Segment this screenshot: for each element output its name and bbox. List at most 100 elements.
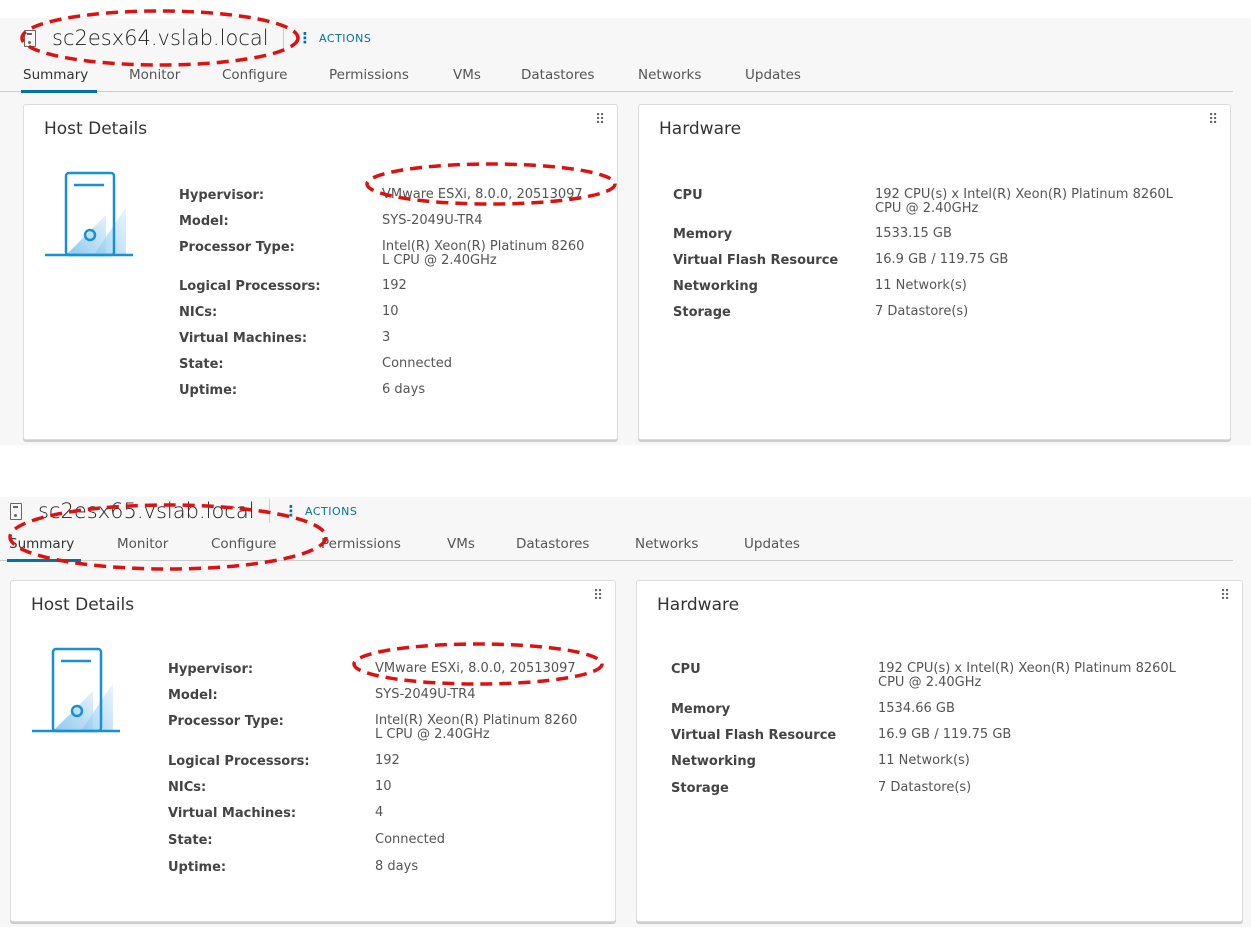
- detail-value: Intel(R) Xeon(R) Platinum 8260 L CPU @ 2.…: [382, 239, 585, 268]
- more-vertical-icon: ⋮: [297, 29, 314, 47]
- hardware-card: Hardware ⠿ CPU 192 CPU(s) x Intel(R) Xeon…: [638, 104, 1231, 440]
- host-title: sc2esx65.vslab.local: [38, 499, 255, 523]
- detail-value: 10: [375, 779, 392, 794]
- hardware-value: 192 CPU(s) x Intel(R) Xeon(R) Platinum 8…: [875, 187, 1173, 216]
- detail-label: Processor Type:: [179, 240, 295, 255]
- detail-value: SYS-2049U-TR4: [382, 213, 483, 228]
- detail-label: Hypervisor:: [168, 662, 254, 677]
- detail-value: VMware ESXi, 8.0.0, 20513097: [375, 661, 576, 676]
- actions-button[interactable]: ⋮ ACTIONS: [298, 29, 372, 47]
- host-summary-panel: sc2esx65.vslab.local ⋮ ACTIONS Summary Mon…: [0, 497, 1251, 927]
- hardware-label: CPU: [673, 188, 703, 203]
- tab-item[interactable]: Monitor: [117, 536, 168, 552]
- card-heading: Hardware: [659, 119, 742, 139]
- card-heading: Hardware: [657, 595, 740, 615]
- active-tab-indicator: [7, 559, 81, 562]
- tab-item[interactable]: Updates: [744, 536, 800, 552]
- card-heading: Host Details: [44, 119, 148, 139]
- hardware-value: 192 CPU(s) x Intel(R) Xeon(R) Platinum 8…: [878, 661, 1176, 690]
- hardware-value: 16.9 GB / 119.75 GB: [875, 252, 1009, 267]
- tab-item[interactable]: Configure: [211, 536, 276, 552]
- detail-value: 4: [375, 805, 384, 820]
- hardware-label: Storage: [671, 781, 729, 796]
- hardware-value: 1533.15 GB: [875, 226, 952, 241]
- host-header: sc2esx64.vslab.local ⋮ ACTIONS: [24, 26, 371, 50]
- active-tab-indicator: [21, 90, 97, 93]
- tab-item[interactable]: VMs: [453, 67, 481, 83]
- detail-label: Hypervisor:: [179, 188, 265, 203]
- tab-bar: Summary Monitor Configure Permissions VMs Dat…: [0, 62, 1233, 93]
- host-icon: [24, 29, 36, 47]
- hardware-value: 11 Network(s): [878, 753, 970, 768]
- hardware-value: 16.9 GB / 119.75 GB: [878, 727, 1012, 742]
- hardware-value: 11 Network(s): [875, 278, 967, 293]
- tab-item[interactable]: Datastores: [521, 67, 594, 83]
- server-illustration-icon: [45, 171, 133, 257]
- tab-item[interactable]: Datastores: [516, 536, 589, 552]
- detail-label: NICs:: [179, 305, 218, 320]
- tab-item[interactable]: Summary: [9, 536, 74, 552]
- drag-handle-icon[interactable]: ⠿: [593, 589, 603, 603]
- hardware-value: 7 Datastore(s): [878, 780, 972, 795]
- detail-value: SYS-2049U-TR4: [375, 687, 476, 702]
- more-vertical-icon: ⋮: [283, 502, 300, 520]
- detail-value: Connected: [382, 356, 453, 371]
- host-details-card: Host Details ⠿ Hypervisor: VMware ESXi, …: [10, 580, 616, 922]
- detail-label: Model:: [168, 688, 218, 703]
- detail-value: 3: [382, 330, 391, 345]
- actions-button[interactable]: ⋮ ACTIONS: [284, 502, 358, 520]
- card-heading: Host Details: [31, 595, 135, 615]
- detail-value: Connected: [375, 832, 446, 847]
- hardware-value: 1534.66 GB: [878, 701, 955, 716]
- drag-handle-icon[interactable]: ⠿: [1220, 589, 1230, 603]
- hardware-label: Memory: [671, 702, 731, 717]
- hardware-label: Storage: [673, 305, 731, 320]
- hardware-label: Networking: [671, 754, 756, 769]
- tab-item[interactable]: Networks: [638, 67, 701, 83]
- hardware-value: 7 Datastore(s): [875, 304, 969, 319]
- host-details-card: Host Details ⠿ Hypervisor: VMware ESXi, …: [23, 104, 618, 440]
- hardware-label: Virtual Flash Resource: [673, 253, 839, 268]
- hardware-card: Hardware ⠿ CPU 192 CPU(s) x Intel(R) Xeon…: [636, 580, 1243, 922]
- detail-value: 10: [382, 304, 399, 319]
- detail-label: NICs:: [168, 780, 207, 795]
- server-illustration-icon: [32, 647, 120, 733]
- detail-label: Virtual Machines:: [168, 806, 297, 821]
- detail-value: 192: [375, 753, 400, 768]
- detail-value: VMware ESXi, 8.0.0, 20513097: [382, 187, 583, 202]
- tab-item[interactable]: Monitor: [129, 67, 180, 83]
- tab-item[interactable]: Updates: [745, 67, 801, 83]
- detail-value: 8 days: [375, 859, 419, 874]
- detail-label: Uptime:: [168, 860, 227, 875]
- actions-label: ACTIONS: [319, 31, 372, 45]
- tab-item[interactable]: Permissions: [329, 67, 409, 83]
- hardware-label: Memory: [673, 227, 733, 242]
- tab-item[interactable]: Configure: [222, 67, 287, 83]
- divider: [282, 26, 284, 50]
- detail-value: 6 days: [382, 382, 426, 397]
- detail-label: Processor Type:: [168, 714, 284, 729]
- detail-label: Logical Processors:: [179, 279, 321, 294]
- detail-label: Virtual Machines:: [179, 331, 308, 346]
- detail-label: State:: [168, 833, 213, 848]
- drag-handle-icon[interactable]: ⠿: [1208, 113, 1218, 127]
- detail-value: 192: [382, 278, 407, 293]
- detail-label: Model:: [179, 214, 229, 229]
- tab-item[interactable]: Networks: [635, 536, 698, 552]
- hardware-label: Networking: [673, 279, 758, 294]
- tab-item[interactable]: VMs: [447, 536, 475, 552]
- host-header: sc2esx65.vslab.local ⋮ ACTIONS: [10, 499, 357, 523]
- tab-item[interactable]: Permissions: [321, 536, 401, 552]
- actions-label: ACTIONS: [305, 504, 358, 518]
- drag-handle-icon[interactable]: ⠿: [595, 113, 605, 127]
- detail-value: Intel(R) Xeon(R) Platinum 8260 L CPU @ 2.…: [375, 713, 578, 742]
- detail-label: Uptime:: [179, 383, 238, 398]
- hardware-label: CPU: [671, 662, 701, 677]
- divider: [268, 499, 270, 523]
- detail-label: State:: [179, 357, 224, 372]
- detail-label: Logical Processors:: [168, 754, 310, 769]
- tab-bar: Summary Monitor Configure Permissions VMs Dat…: [0, 531, 1233, 562]
- host-icon: [10, 502, 22, 520]
- hardware-label: Virtual Flash Resource: [671, 728, 837, 743]
- tab-item[interactable]: Summary: [23, 67, 88, 83]
